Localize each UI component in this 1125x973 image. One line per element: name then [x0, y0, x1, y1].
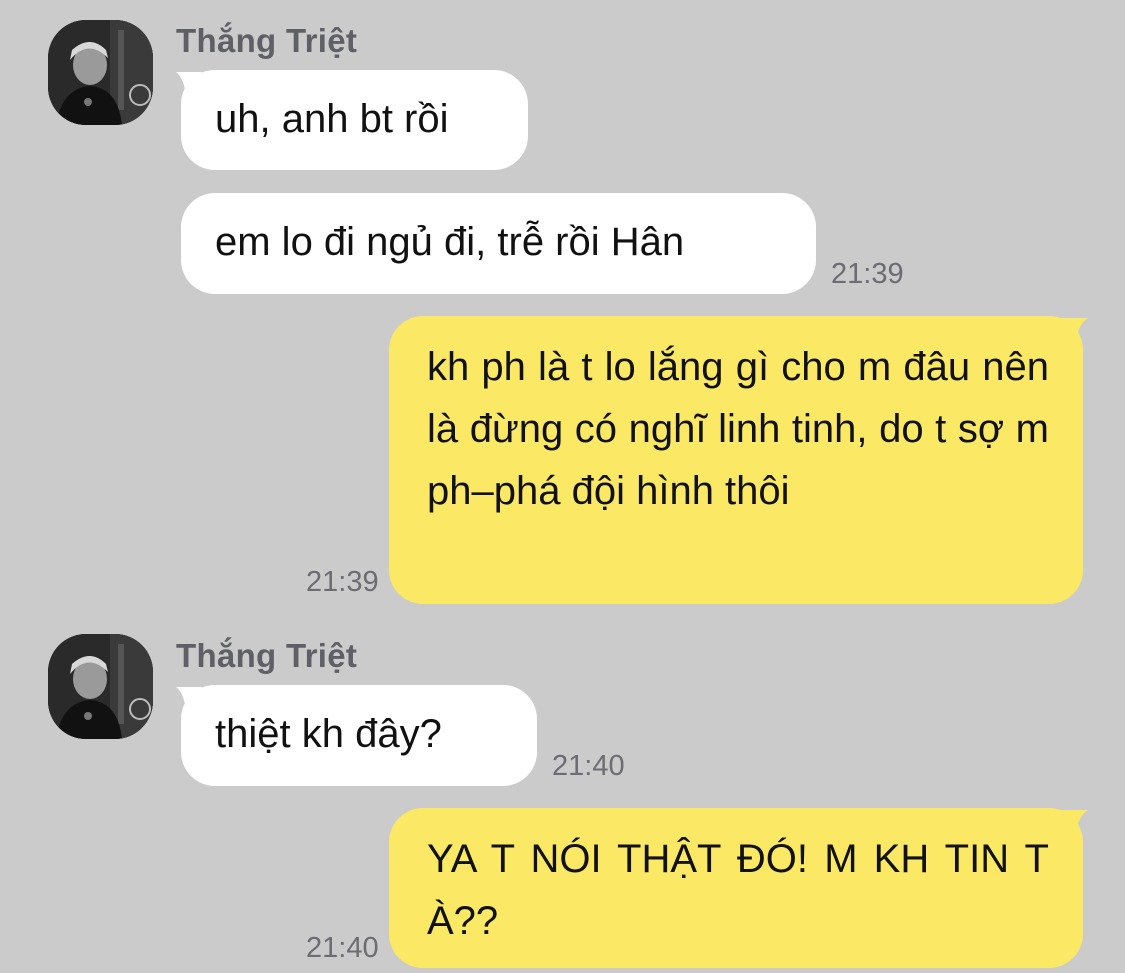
message-timestamp: 21:39	[306, 566, 379, 598]
contact-avatar[interactable]	[48, 20, 153, 125]
message-text: em lo đi ngủ đi, trễ rồi Hân	[215, 220, 685, 264]
bubble-tail	[1060, 318, 1088, 342]
message-bubble-outgoing[interactable]: kh ph là t lo lắng gì cho m đâu nên là đ…	[389, 316, 1083, 604]
message-bubble-incoming[interactable]: uh, anh bt rồi	[181, 70, 528, 170]
person-avatar-icon	[48, 20, 153, 125]
message-text: YA T NÓI THẬT ĐÓ! M KH TIN T À??	[427, 837, 1049, 943]
message-text: thiệt kh đây?	[215, 712, 442, 756]
message-bubble-outgoing[interactable]: YA T NÓI THẬT ĐÓ! M KH TIN T À??	[389, 808, 1083, 968]
sender-name: Thắng Triệt	[176, 637, 358, 674]
message-timestamp: 21:40	[552, 750, 625, 782]
message-bubble-incoming[interactable]: thiệt kh đây?	[181, 685, 537, 786]
message-timestamp: 21:40	[306, 932, 379, 964]
bubble-tail	[1060, 810, 1088, 834]
contact-avatar[interactable]	[48, 634, 153, 739]
message-text: kh ph là t lo lắng gì cho m đâu nên là đ…	[427, 345, 1049, 513]
message-bubble-incoming[interactable]: em lo đi ngủ đi, trễ rồi Hân	[181, 193, 816, 294]
message-text: uh, anh bt rồi	[215, 97, 449, 141]
person-avatar-icon	[48, 634, 153, 739]
message-timestamp: 21:39	[831, 258, 904, 290]
sender-name: Thắng Triệt	[176, 22, 358, 59]
